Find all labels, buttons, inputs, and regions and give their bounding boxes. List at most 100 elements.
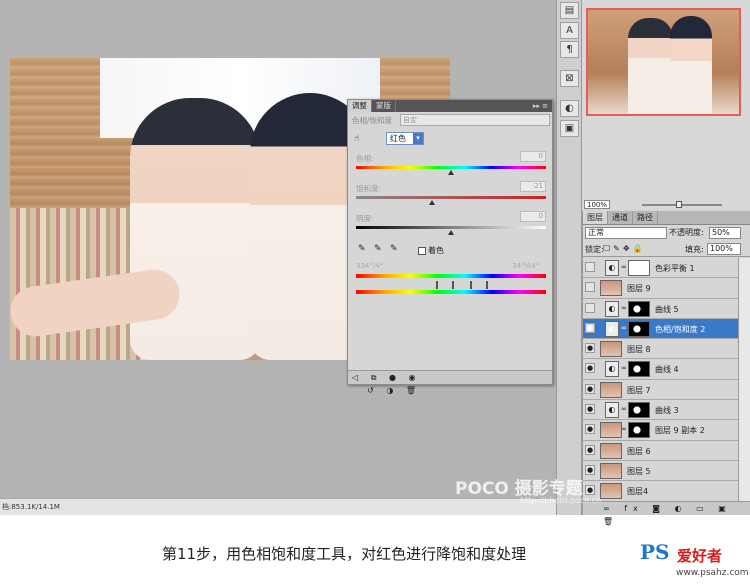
eye-icon[interactable]: ● — [585, 424, 595, 435]
link-icon[interactable]: ∞ — [621, 364, 627, 372]
saturation-slider-knob[interactable] — [429, 200, 435, 205]
layer-row[interactable]: ● ◐ ∞ 色相/饱和度 2 — [583, 318, 738, 340]
blend-mode-select[interactable]: 正常 — [585, 227, 667, 239]
layer-row[interactable]: ● 图层 5 — [583, 460, 738, 482]
eye-icon[interactable]: ● — [585, 343, 595, 354]
adjustment-icon[interactable]: ◐ — [605, 300, 619, 317]
layer-row[interactable]: ● ◐ ∞ 曲线 3 — [583, 400, 738, 421]
eye-icon[interactable] — [585, 282, 595, 293]
tab-adjustments[interactable]: 调整 — [348, 100, 372, 112]
layers-panel-footer[interactable]: ∞ fx ◙ ◐ ▭ ▣ 🗑 — [583, 501, 750, 526]
nav-subject-right — [670, 16, 712, 114]
layer-row[interactable]: ● 图层 6 — [583, 440, 738, 461]
link-icon[interactable]: ∞ — [621, 405, 627, 413]
colorize-checkbox[interactable]: 着色 — [418, 245, 444, 256]
input-spectrum-bar — [356, 274, 546, 278]
lock-icons[interactable]: ☐✎✥🔒 — [603, 244, 646, 253]
adjustment-icon[interactable]: ◐ — [605, 260, 619, 276]
layer-thumbnail[interactable] — [600, 483, 622, 500]
layer-thumbnail[interactable] — [600, 381, 622, 398]
link-icon[interactable]: ∞ — [621, 263, 627, 271]
eye-icon[interactable] — [585, 302, 595, 313]
adjustment-icon[interactable]: ◐ — [605, 361, 619, 378]
layer-row[interactable]: ● ∞ 图层 9 副本 2 — [583, 420, 738, 441]
lightness-slider-knob[interactable] — [448, 230, 454, 235]
hue-label: 色相: — [356, 154, 374, 163]
edit-channel-select[interactable]: 红色 ▾ — [386, 132, 424, 145]
range-left-value: 334°/4° — [356, 262, 384, 270]
dock-grip-icon[interactable]: ▤ — [560, 2, 579, 19]
hue-input[interactable]: 0 — [520, 151, 546, 162]
range-marker-4[interactable] — [486, 281, 488, 289]
adjustments-panel-footer[interactable]: ◁ ⧉ ● ◉ ↺ ◑ 🗑 — [348, 370, 552, 395]
layer-thumbnail[interactable] — [600, 341, 622, 358]
layers-scrollbar[interactable] — [738, 258, 750, 501]
tab-masks[interactable]: 蒙版 — [372, 100, 396, 112]
eye-icon[interactable]: ● — [585, 322, 595, 333]
layer-mask-thumbnail[interactable] — [628, 300, 650, 317]
layer-thumbnail[interactable] — [600, 442, 622, 459]
horizontal-scrollbar[interactable] — [0, 498, 556, 515]
eye-icon[interactable]: ● — [585, 363, 595, 374]
layer-row[interactable]: ◐ ∞ 色彩平衡 1 — [583, 258, 738, 279]
layer-row[interactable]: ● 图层 8 — [583, 339, 738, 360]
layer-thumbnail[interactable] — [600, 462, 622, 479]
layer-thumbnail[interactable] — [600, 280, 622, 297]
eye-icon[interactable]: ● — [585, 444, 595, 455]
adjustment-icon[interactable]: ◐ — [605, 402, 619, 419]
eye-icon[interactable]: ● — [585, 485, 595, 496]
range-marker-2[interactable] — [452, 281, 454, 289]
navigator-zoom-knob[interactable] — [676, 201, 682, 208]
clone-source-icon[interactable]: ▣ — [560, 120, 579, 137]
eye-icon[interactable]: ● — [585, 464, 595, 475]
preset-select[interactable]: 自定 — [400, 114, 550, 126]
link-icon[interactable]: ∞ — [621, 304, 627, 312]
lightness-slider[interactable] — [356, 226, 546, 229]
fill-input[interactable]: 100% — [707, 243, 741, 255]
layer-row[interactable]: 图层 9 — [583, 278, 738, 299]
tab-paths[interactable]: 路径 — [633, 211, 658, 224]
panel-menu-icon[interactable]: ▸▸ ≡ — [533, 100, 548, 112]
eye-icon[interactable] — [585, 262, 595, 272]
eyedropper-plus-icon[interactable]: ✎ — [374, 244, 382, 254]
hue-slider-knob[interactable] — [448, 170, 454, 175]
tab-layers[interactable]: 图层 — [583, 211, 608, 224]
brush-icon[interactable]: ◐ — [560, 100, 579, 117]
layer-mask-thumbnail[interactable] — [628, 402, 650, 419]
adjustment-icon[interactable]: ◐ — [605, 320, 619, 337]
navigator-zoom-track[interactable] — [642, 204, 722, 206]
navigator-zoom-value[interactable]: 100% — [584, 200, 611, 209]
character-icon[interactable]: A — [560, 22, 579, 39]
layer-row[interactable]: ● ◐ ∞ 曲线 4 — [583, 359, 738, 380]
color-range-group: 334°/4° 34°\64° — [348, 260, 552, 306]
layer-mask-thumbnail[interactable] — [628, 320, 650, 337]
lightness-slider-group: 明度: 0 — [348, 210, 552, 240]
link-icon[interactable]: ∞ — [621, 324, 627, 332]
range-marker-1[interactable] — [436, 281, 438, 289]
lightness-input[interactable]: 0 — [520, 211, 546, 222]
hue-slider[interactable] — [356, 166, 546, 169]
saturation-input[interactable]: -21 — [520, 181, 546, 192]
layer-mask-thumbnail[interactable] — [628, 422, 650, 439]
layer-row[interactable]: ● 图层4 — [583, 481, 738, 501]
layer-row[interactable]: ◐ ∞ 曲线 5 — [583, 298, 738, 319]
link-icon[interactable]: ∞ — [621, 425, 627, 433]
saturation-slider[interactable] — [356, 196, 546, 199]
eyedropper-icon[interactable]: ✎ — [358, 244, 366, 254]
eyedropper-minus-icon[interactable]: ✎ — [390, 244, 398, 254]
layer-mask-thumbnail[interactable] — [628, 260, 650, 276]
layer-mask-thumbnail[interactable] — [628, 361, 650, 378]
opacity-input[interactable]: 50% — [709, 227, 741, 239]
eye-icon[interactable]: ● — [585, 404, 595, 415]
tool-presets-icon[interactable]: ⊠ — [560, 70, 579, 87]
eye-icon[interactable]: ● — [585, 383, 595, 394]
lock-label: 锁定: — [585, 245, 604, 254]
range-marker-3[interactable] — [470, 281, 472, 289]
navigator-preview[interactable] — [586, 8, 741, 116]
layer-row[interactable]: ● 图层 7 — [583, 379, 738, 401]
paragraph-icon[interactable]: ¶ — [560, 41, 579, 58]
layer-thumbnail[interactable] — [600, 422, 622, 439]
layer-name: 色相/饱和度 2 — [655, 324, 706, 334]
on-image-adjust-icon[interactable]: ☝ — [354, 134, 359, 144]
tab-channels[interactable]: 通道 — [608, 211, 633, 224]
